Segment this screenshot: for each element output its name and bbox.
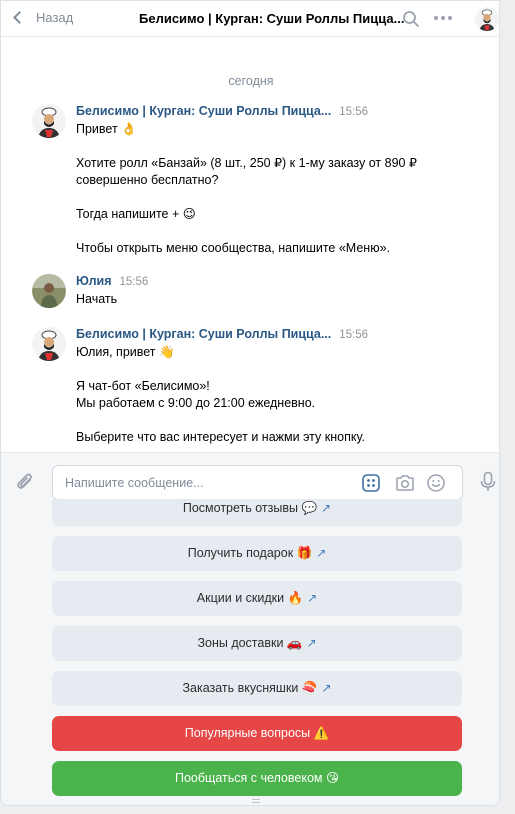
microphone-icon[interactable] [479,471,497,493]
more-horizontal-icon[interactable] [434,16,452,20]
keyboard-grid-icon[interactable] [361,473,381,493]
message-text-line [76,412,476,429]
user-avatar[interactable] [32,274,66,308]
external-link-icon: ↗ [321,501,332,515]
message-text-line: совершенно бесплатно? [76,173,219,187]
chevron-left-icon [13,11,26,24]
search-icon[interactable] [402,10,420,28]
keyboard-button[interactable]: Получить подарок 🎁 ↗ [52,536,462,571]
chat-header: Назад Белисимо | Курган: Суши Роллы Пицц… [1,1,499,37]
keyboard-button[interactable]: Посмотреть отзывы 💬 ↗ [52,499,462,526]
resize-handle[interactable] [252,799,260,803]
message-text-line: Выберите что вас интересует и нажми эту … [76,430,365,444]
chef-avatar-icon [475,7,499,31]
message-time: 15:56 [339,329,369,341]
keyboard-button[interactable]: Зоны доставки 🚗 ↗ [52,626,462,661]
back-button[interactable]: Назад [11,10,73,25]
message-author[interactable]: Белисимо | Курган: Суши Роллы Пицца... [76,327,331,341]
message-text-line [76,189,476,206]
keyboard-button[interactable]: Заказать вкусняшки 🍣 ↗ [52,671,462,706]
message-text-line: Юлия, привет 👋 [76,345,175,359]
message-time: 15:56 [339,106,369,118]
smile-icon[interactable] [426,473,446,493]
chat-window: Назад Белисимо | Курган: Суши Роллы Пицц… [0,0,500,806]
chef-avatar-icon [32,327,66,361]
message-author[interactable]: Белисимо | Курган: Суши Роллы Пицца... [76,104,331,118]
message-author[interactable]: Юлия [76,274,112,288]
community-avatar[interactable] [475,7,499,31]
message-text-line [76,223,476,240]
message-input[interactable]: Напишите сообщение... [52,465,463,500]
camera-icon[interactable] [395,473,415,493]
keyboard-button[interactable]: Акции и скидки 🔥 ↗ [52,581,462,616]
external-link-icon: ↗ [321,681,332,695]
chef-avatar-icon [32,104,66,138]
paperclip-icon[interactable] [15,471,35,493]
external-link-icon: ↗ [307,591,318,605]
message-text-line: Хотите ролл «Банзай» (8 шт., 250 ₽) к 1-… [76,156,417,170]
message-text-line: Тогда напишите + 😉 [76,207,196,221]
keyboard-button-label: Акции и скидки 🔥 [196,591,304,605]
keyboard-button-label: Пообщаться с человеком 😘 [174,771,339,785]
message-text-line: Мы работаем с 9:00 до 21:00 ежедневно. [76,396,316,410]
keyboard-button-label: Зоны доставки 🚗 [197,636,303,650]
keyboard-button-label: Посмотреть отзывы 💬 [182,501,318,515]
composer-area: Напишите сообщение... Посмотреть отзывы … [1,452,499,805]
back-label: Назад [36,10,74,25]
keyboard-button-label: Популярные вопросы ⚠️ [184,726,330,740]
keyboard-button-label: Заказать вкусняшки 🍣 [182,681,318,695]
message-text-line: Привет 👌 [76,122,137,136]
date-separator: сегодня [228,74,274,88]
external-link-icon: ↗ [306,636,317,650]
chat-title[interactable]: Белисимо | Курган: Суши Роллы Пицца... [139,11,404,26]
message-text-line: Чтобы открыть меню сообщества, напишите … [76,241,391,255]
message-text-line: Начать [76,292,118,306]
user-photo-icon [32,274,66,308]
message-time: 15:56 [119,276,149,288]
keyboard-button-negative[interactable]: Популярные вопросы ⚠️ [52,716,462,751]
message-text-line [76,138,476,155]
bot-keyboard: Посмотреть отзывы 💬 ↗ Получить подарок 🎁 ↗… [51,499,463,804]
external-link-icon: ↗ [316,546,327,560]
message-input-placeholder: Напишите сообщение... [65,476,204,490]
community-avatar[interactable] [32,327,66,361]
message-text-line [76,361,476,378]
community-avatar[interactable] [32,104,66,138]
message-text-line: Я чат-бот «Белисимо»! [76,379,210,393]
keyboard-button-label: Получить подарок 🎁 [187,546,313,560]
keyboard-button-positive[interactable]: Пообщаться с человеком 😘 [52,761,462,796]
